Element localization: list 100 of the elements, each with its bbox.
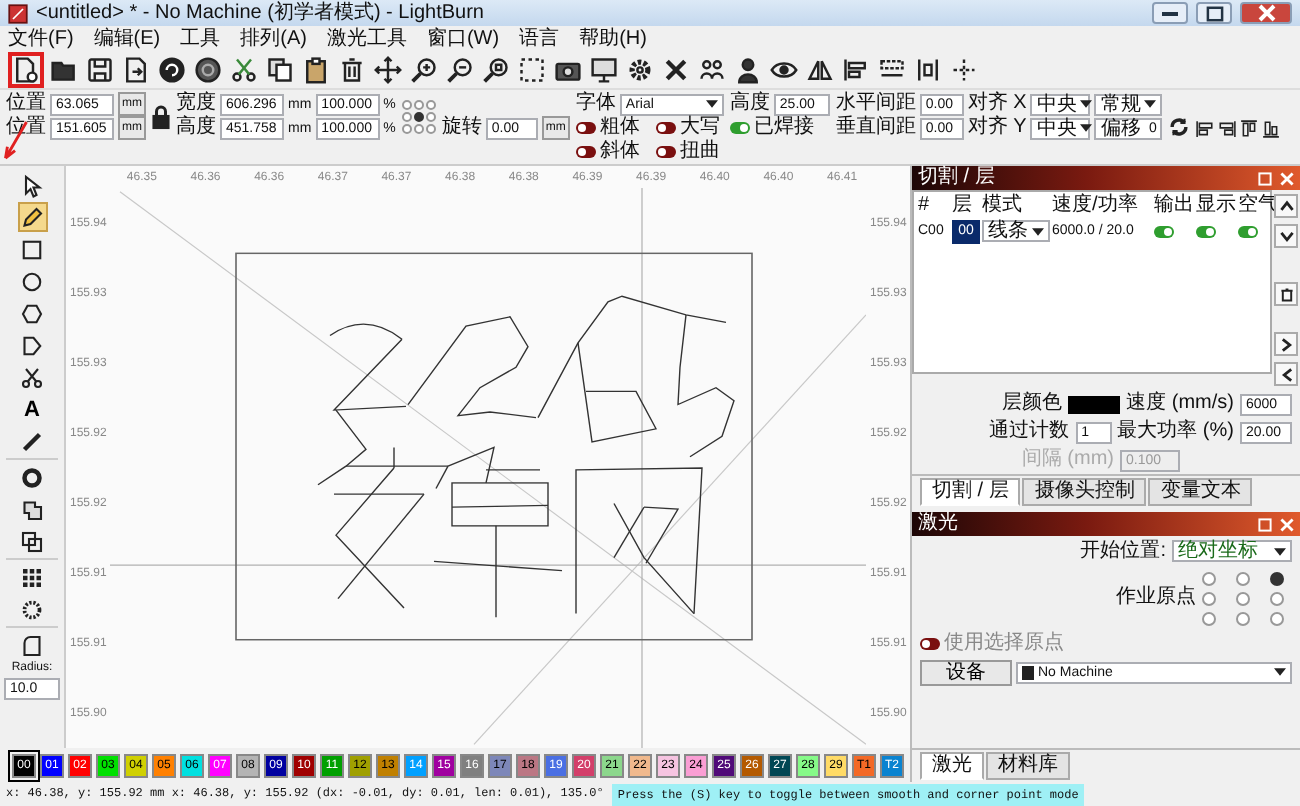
radio-button[interactable] <box>1202 591 1216 605</box>
toolbar-button[interactable] <box>120 54 152 86</box>
clipboard-icon <box>302 56 330 84</box>
radio-button[interactable] <box>1270 591 1284 605</box>
toolbar-button[interactable] <box>408 54 440 86</box>
close-button[interactable] <box>1240 2 1292 24</box>
toggle-switch[interactable] <box>575 146 596 158</box>
close-icon <box>1257 4 1275 22</box>
radio-button[interactable] <box>1202 571 1216 585</box>
mode-dropdown[interactable]: 线条 <box>982 220 1050 242</box>
toolbar-button[interactable] <box>480 54 512 86</box>
tab[interactable]: 材料库 <box>986 752 1070 780</box>
toolbar-button[interactable] <box>840 54 872 86</box>
radio-button[interactable] <box>1236 571 1250 585</box>
toolbar-button[interactable] <box>300 54 332 86</box>
toolbar-button[interactable] <box>732 54 764 86</box>
move-down-button[interactable] <box>1274 224 1298 248</box>
menu-item[interactable]: 排列(A) <box>240 27 307 51</box>
toggle-switch[interactable] <box>1238 225 1258 237</box>
toolbar-button[interactable] <box>660 54 692 86</box>
radio-button[interactable] <box>413 100 424 110</box>
toolbar-button[interactable] <box>516 54 548 86</box>
toggle-switch[interactable] <box>920 638 940 650</box>
radio-button[interactable] <box>401 112 412 122</box>
toggle-label: 扭曲 <box>679 140 720 164</box>
dot-grid-icon <box>20 565 44 589</box>
caret-icon <box>1274 668 1286 676</box>
delete-button[interactable] <box>1274 282 1298 306</box>
toolbar-button[interactable] <box>588 54 620 86</box>
field-label: 字体 <box>575 92 616 116</box>
zoom-out-icon <box>446 56 474 84</box>
move-up-button[interactable] <box>1274 194 1298 218</box>
menu-item[interactable]: 编辑(E) <box>93 27 161 51</box>
toggle-switch[interactable] <box>655 122 676 134</box>
toolbar-button[interactable] <box>84 54 116 86</box>
circle-of-dots-icon <box>20 597 44 621</box>
tab[interactable]: 摄像头控制 <box>1022 478 1147 506</box>
pentagon-icon <box>20 333 44 357</box>
back-button[interactable] <box>1274 362 1298 386</box>
pencil-icon <box>20 205 44 229</box>
toggle-label: 斜体 <box>599 140 640 164</box>
toolbar-button[interactable] <box>8 52 44 88</box>
tool-button[interactable] <box>17 462 47 492</box>
toggle-switch[interactable] <box>729 122 750 134</box>
toggle-switch[interactable] <box>1154 225 1174 237</box>
dropdown[interactable]: 常规 <box>1094 93 1163 115</box>
field-label: 宽度 <box>176 92 216 115</box>
radio-button[interactable] <box>1236 611 1250 625</box>
column-header: 模式 <box>982 193 1024 217</box>
radio-button[interactable] <box>1270 611 1284 625</box>
toolbar-button[interactable] <box>912 54 944 86</box>
tool-button[interactable] <box>17 526 47 556</box>
tool-button[interactable]: A <box>17 394 47 424</box>
toolbar-button[interactable] <box>264 54 296 86</box>
radio-button[interactable] <box>401 100 412 110</box>
dropdown[interactable]: 中央 <box>1030 117 1091 139</box>
caret-icon <box>705 100 718 108</box>
menu-item[interactable]: 语言 <box>519 27 560 51</box>
menu-item[interactable]: 文件(F) <box>8 27 74 51</box>
dropdown[interactable]: 绝对坐标 <box>1172 540 1292 562</box>
crossed-tools-icon <box>662 56 690 84</box>
radio-button[interactable] <box>413 124 424 134</box>
toolbar-button[interactable] <box>228 54 260 86</box>
tool-button[interactable] <box>17 202 47 232</box>
toolbar-button[interactable] <box>156 54 188 86</box>
toolbar-button[interactable] <box>624 54 656 86</box>
tool-button[interactable] <box>17 630 47 660</box>
color-swatch[interactable] <box>1068 395 1121 413</box>
forward-button[interactable] <box>1274 332 1298 356</box>
device-button[interactable]: 设备 <box>920 659 1012 685</box>
radio-button[interactable] <box>401 124 412 134</box>
toolbar-button[interactable] <box>372 54 404 86</box>
minimize-button[interactable] <box>1152 2 1188 24</box>
maximize-button[interactable] <box>1196 2 1232 24</box>
chevron-left-icon <box>1279 367 1293 381</box>
eye-icon <box>770 56 798 84</box>
radio-button[interactable] <box>425 112 436 122</box>
radio-button[interactable] <box>413 112 424 122</box>
radio-button[interactable] <box>1270 571 1284 585</box>
toggle-switch[interactable] <box>1196 225 1216 237</box>
radio-button[interactable] <box>1202 611 1216 625</box>
menu-item[interactable]: 激光工具 <box>326 27 407 51</box>
radio-button[interactable] <box>425 124 436 134</box>
caret-icon <box>1080 100 1093 108</box>
toggle-switch[interactable] <box>655 146 676 158</box>
toolbar-button[interactable] <box>444 54 476 86</box>
toggle-switch[interactable] <box>575 122 596 134</box>
toolbar-button[interactable] <box>336 54 368 86</box>
radio-button[interactable] <box>1236 591 1250 605</box>
menu-item[interactable]: 帮助(H) <box>579 27 647 51</box>
tab[interactable]: 变量文本 <box>1148 478 1253 506</box>
dropdown[interactable]: 中央 <box>1030 93 1091 115</box>
radio-button[interactable] <box>425 100 436 110</box>
toolbar-button[interactable] <box>192 54 224 86</box>
tab[interactable]: 激光 <box>920 752 984 780</box>
menu-item[interactable]: 工具 <box>180 27 221 51</box>
menu-item[interactable]: 窗口(W) <box>426 27 500 51</box>
tab[interactable]: 切割 / 层 <box>920 478 1021 506</box>
column-header: # <box>918 193 932 217</box>
toolbar-button[interactable] <box>948 54 980 86</box>
